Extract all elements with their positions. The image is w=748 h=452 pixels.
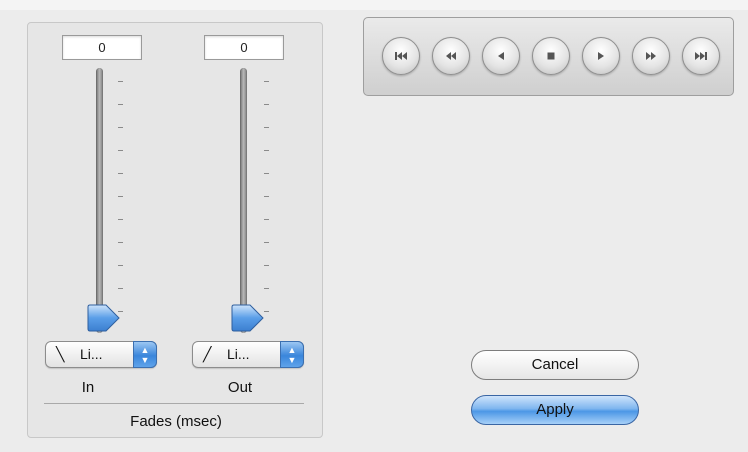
- popup-arrows-icon: ▲ ▼: [133, 341, 157, 368]
- cancel-button[interactable]: Cancel: [471, 350, 639, 380]
- popup-arrows-icon: ▲ ▼: [280, 341, 304, 368]
- fade-out-curve-popup[interactable]: ╱ Li... ▲ ▼: [192, 341, 304, 368]
- fade-in-slider-thumb[interactable]: [86, 303, 122, 333]
- fade-in-slider-track[interactable]: [96, 68, 103, 333]
- play-icon: [598, 52, 604, 60]
- rewind-button[interactable]: [432, 37, 470, 75]
- skip-to-end-icon: [695, 52, 707, 60]
- fast-forward-button[interactable]: [632, 37, 670, 75]
- fade-in-curve-popup[interactable]: ╲ Li... ▲ ▼: [45, 341, 157, 368]
- fades-group-box: 0 ╲ Li... ▲ ▼ In 0 ╱ Li... ▲ ▼ Out Fades…: [27, 22, 323, 438]
- fade-out-slider-thumb[interactable]: [230, 303, 266, 333]
- skip-to-end-button[interactable]: [682, 37, 720, 75]
- rewind-icon: [446, 52, 456, 60]
- fades-separator: [44, 403, 304, 404]
- play-reverse-button[interactable]: [482, 37, 520, 75]
- window-top-edge: [0, 0, 748, 10]
- fade-in-value-field[interactable]: 0: [62, 35, 142, 60]
- skip-to-start-icon: [395, 52, 407, 60]
- fade-out-label: Out: [227, 379, 253, 396]
- stop-button[interactable]: [532, 37, 570, 75]
- fade-out-slider-track[interactable]: [240, 68, 247, 333]
- transport-bar: [363, 17, 734, 96]
- fade-in-curve-icon: ╲: [56, 346, 65, 362]
- play-button[interactable]: [582, 37, 620, 75]
- fade-in-label: In: [81, 379, 95, 396]
- play-reverse-icon: [498, 52, 504, 60]
- skip-to-start-button[interactable]: [382, 37, 420, 75]
- stop-icon: [547, 52, 555, 60]
- fade-out-value-field[interactable]: 0: [204, 35, 284, 60]
- fades-group-label: Fades (msec): [130, 413, 222, 430]
- apply-button[interactable]: Apply: [471, 395, 639, 425]
- fast-forward-icon: [646, 52, 656, 60]
- fade-in-curve-label: Li...: [80, 346, 103, 362]
- fade-out-curve-icon: ╱: [203, 346, 212, 362]
- fade-out-curve-label: Li...: [227, 346, 250, 362]
